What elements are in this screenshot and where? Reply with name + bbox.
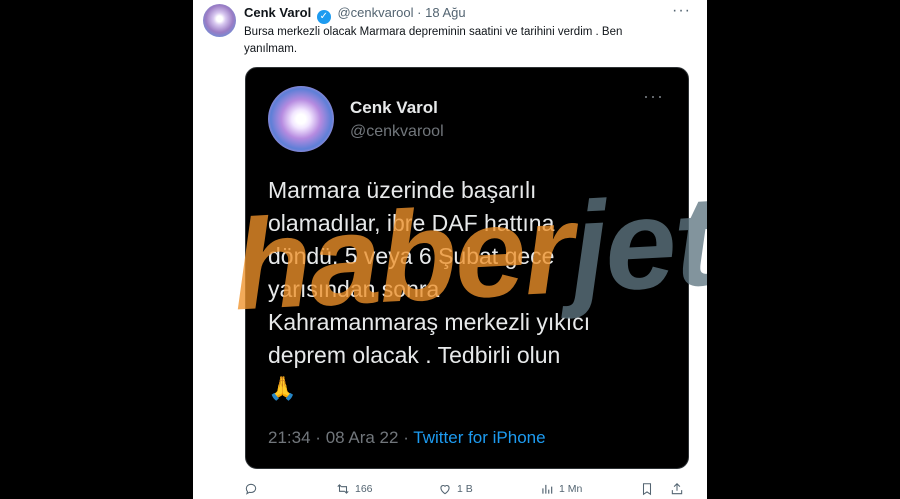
share-button[interactable] (670, 482, 684, 496)
quoted-time: 21:34 (268, 428, 311, 447)
quoted-author-avatar (268, 86, 334, 152)
quoted-tweet-text: Marmara üzerinde başarılı olamadılar, ib… (268, 177, 591, 401)
author-name[interactable]: Cenk Varol (244, 5, 311, 20)
quoted-author-name: Cenk Varol (350, 98, 438, 117)
more-options-icon[interactable]: ··· (672, 2, 691, 20)
tweet-date[interactable]: 18 Ağu (425, 5, 466, 20)
tweet-text: Bursa merkezli olacak Marmara depreminin… (244, 26, 623, 55)
bookmark-button[interactable] (640, 482, 654, 496)
like-button[interactable]: 1 B (438, 482, 473, 496)
tweet-header: Cenk Varol ✓ @cenkvarool · 18 Ağu (244, 5, 466, 24)
quoted-tweet-image[interactable]: Cenk Varol @cenkvarool ··· Marmara üzeri… (245, 67, 689, 469)
heart-icon (440, 485, 450, 495)
views-icon (542, 484, 553, 494)
views-count: 1 Mn (559, 483, 583, 495)
reply-icon (245, 483, 257, 495)
reply-button[interactable] (244, 482, 263, 496)
quoted-author-handle: @cenkvarool (350, 123, 444, 140)
quoted-source: Twitter for iPhone (413, 428, 546, 447)
share-icon (671, 483, 683, 495)
quoted-date-sep: · (315, 428, 321, 447)
tweet-action-bar: 166 1 B 1 Mn (244, 478, 694, 498)
quoted-source-sep: · (403, 428, 409, 447)
retweet-button[interactable]: 166 (336, 482, 373, 496)
quoted-date: 08 Ara 22 (325, 428, 399, 447)
author-avatar[interactable] (203, 4, 236, 37)
verified-badge-icon: ✓ (316, 10, 331, 24)
retweet-count: 166 (355, 483, 373, 495)
like-count: 1 B (457, 483, 473, 495)
author-handle[interactable]: @cenkvarool (337, 5, 413, 20)
retweet-icon (337, 484, 349, 494)
tweet-panel: Cenk Varol ✓ @cenkvarool · 18 Ağu ··· Bu… (193, 0, 707, 499)
quoted-more-icon: ··· (643, 86, 664, 106)
quoted-tweet-meta: 21:34 · 08 Ara 22 · Twitter for iPhone (268, 428, 546, 448)
header-separator: · (417, 5, 422, 20)
bookmark-icon (642, 483, 652, 496)
views-button[interactable]: 1 Mn (540, 482, 582, 496)
